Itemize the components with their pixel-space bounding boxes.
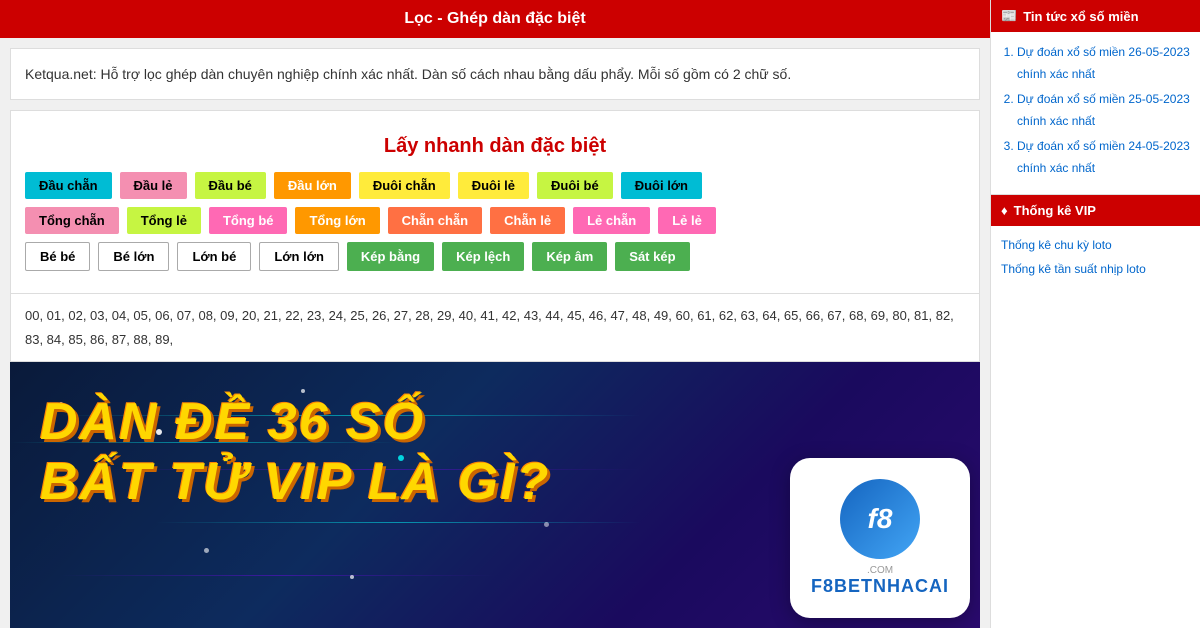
filter-duoi-chan[interactable]: Đuôi chẵn bbox=[359, 172, 450, 199]
page-header: Lọc - Ghép dàn đặc biệt bbox=[0, 0, 990, 38]
banner-area: DÀN ĐỀ 36 SỐ BẤT TỬ VIP LÀ GÌ? f8 .COM F… bbox=[10, 362, 980, 628]
filter-be-be[interactable]: Bé bé bbox=[25, 242, 90, 271]
filter-tong-chan[interactable]: Tổng chẵn bbox=[25, 207, 119, 234]
filter-kep-bang[interactable]: Kép bằng bbox=[347, 242, 434, 271]
filter-row-3: Bé bé Bé lớn Lớn bé Lớn lớn Kép bằng Kép… bbox=[25, 242, 965, 271]
filter-dau-lon[interactable]: Đầu lớn bbox=[274, 172, 351, 199]
f8bet-brand-name: F8BETNHACAI bbox=[811, 576, 949, 597]
news-item-2[interactable]: Dự đoán xổ số miền 25-05-2023 chính xác … bbox=[1017, 89, 1190, 132]
numbers-display: 00, 01, 02, 03, 04, 05, 06, 07, 08, 09, … bbox=[10, 294, 980, 362]
sidebar-vip-content: Thống kê chu kỳ loto Thống kê tần suất n… bbox=[991, 226, 1200, 294]
vip-item-1-text: Thống kê chu kỳ loto bbox=[1001, 238, 1112, 252]
sidebar-vip-header: ♦ Thống kê VIP bbox=[991, 195, 1200, 226]
vip-item-1[interactable]: Thống kê chu kỳ loto bbox=[1001, 236, 1190, 254]
sidebar-vip-header-label: Thống kê VIP bbox=[1014, 203, 1096, 218]
news-item-3-text: Dự đoán xổ số miền 24-05-2023 chính xác … bbox=[1017, 139, 1190, 175]
filter-be-lon[interactable]: Bé lớn bbox=[98, 242, 169, 271]
quick-title: Lấy nhanh dàn đặc biệt bbox=[25, 125, 965, 172]
sidebar: 📰 Tin tức xổ số miền Dự đoán xổ số miền … bbox=[990, 0, 1200, 628]
filter-dau-be[interactable]: Đầu bé bbox=[195, 172, 266, 199]
filters-section: Lấy nhanh dàn đặc biệt Đầu chẵn Đầu lẻ Đ… bbox=[10, 110, 980, 294]
filter-dau-chan[interactable]: Đầu chẵn bbox=[25, 172, 112, 199]
sidebar-news-header-label: Tin tức xổ số miền bbox=[1023, 9, 1138, 24]
numbers-text: 00, 01, 02, 03, 04, 05, 06, 07, 08, 09, … bbox=[25, 308, 954, 346]
filter-dau-le[interactable]: Đầu lẻ bbox=[120, 172, 187, 199]
news-item-2-text: Dự đoán xổ số miền 25-05-2023 chính xác … bbox=[1017, 92, 1190, 128]
filter-chan-chan[interactable]: Chẵn chẵn bbox=[388, 207, 482, 234]
f8bet-domain: .COM bbox=[867, 565, 893, 576]
vip-item-2[interactable]: Thống kê tần suất nhịp loto bbox=[1001, 260, 1190, 278]
filter-kep-am[interactable]: Kép âm bbox=[532, 242, 607, 271]
filter-tong-lon[interactable]: Tổng lớn bbox=[295, 207, 379, 234]
news-item-3[interactable]: Dự đoán xổ số miền 24-05-2023 chính xác … bbox=[1017, 136, 1190, 179]
filter-duoi-lon[interactable]: Đuôi lớn bbox=[621, 172, 702, 199]
f8bet-badge[interactable]: f8 .COM F8BETNHACAI bbox=[790, 458, 970, 618]
filter-lon-lon[interactable]: Lớn lớn bbox=[259, 242, 339, 271]
f8bet-logo-text: f8 bbox=[868, 503, 893, 535]
info-box: Ketqua.net: Hỗ trợ lọc ghép dàn chuyên n… bbox=[10, 48, 980, 100]
news-item-1-text: Dự đoán xổ số miền 26-05-2023 chính xác … bbox=[1017, 45, 1190, 81]
newspaper-icon: 📰 bbox=[1001, 8, 1017, 24]
f8bet-domain-text: .COM bbox=[867, 565, 893, 576]
filter-row-1: Đầu chẵn Đầu lẻ Đầu bé Đầu lớn Đuôi chẵn… bbox=[25, 172, 965, 199]
page-title: Lọc - Ghép dàn đặc biệt bbox=[404, 10, 585, 27]
filter-tong-be[interactable]: Tổng bé bbox=[209, 207, 288, 234]
vip-item-2-text: Thống kê tần suất nhịp loto bbox=[1001, 262, 1146, 276]
sidebar-news-header: 📰 Tin tức xổ số miền bbox=[991, 0, 1200, 32]
filter-sat-kep[interactable]: Sát kép bbox=[615, 242, 689, 271]
sidebar-news-content: Dự đoán xổ số miền 26-05-2023 chính xác … bbox=[991, 32, 1200, 195]
banner-text-line2: BẤT TỬ VIP LÀ GÌ? bbox=[40, 452, 550, 512]
filter-kep-lech[interactable]: Kép lệch bbox=[442, 242, 524, 271]
filter-duoi-be[interactable]: Đuôi bé bbox=[537, 172, 613, 199]
diamond-icon: ♦ bbox=[1001, 203, 1008, 218]
filter-row-2: Tổng chẵn Tổng lẻ Tổng bé Tổng lớn Chẵn … bbox=[25, 207, 965, 234]
filter-lon-be[interactable]: Lớn bé bbox=[177, 242, 251, 271]
info-text: Ketqua.net: Hỗ trợ lọc ghép dàn chuyên n… bbox=[25, 66, 791, 82]
f8bet-logo: f8 bbox=[840, 479, 920, 559]
news-item-1[interactable]: Dự đoán xổ số miền 26-05-2023 chính xác … bbox=[1017, 42, 1190, 85]
banner-text-line1: DÀN ĐỀ 36 SỐ bbox=[40, 392, 425, 452]
main-content: Lọc - Ghép dàn đặc biệt Ketqua.net: Hỗ t… bbox=[0, 0, 990, 628]
filter-le-chan[interactable]: Lẻ chẵn bbox=[573, 207, 650, 234]
filter-chan-le[interactable]: Chẵn lẻ bbox=[490, 207, 565, 234]
filter-le-le[interactable]: Lẻ lẻ bbox=[658, 207, 716, 234]
filter-duoi-le[interactable]: Đuôi lẻ bbox=[458, 172, 529, 199]
filter-tong-le[interactable]: Tổng lẻ bbox=[127, 207, 201, 234]
